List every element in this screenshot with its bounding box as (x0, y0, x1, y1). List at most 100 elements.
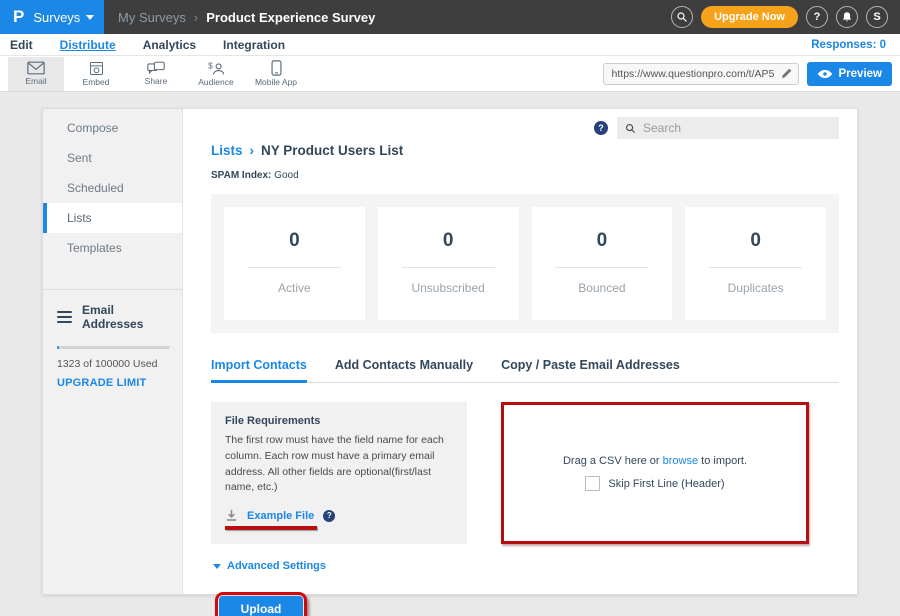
search-icon (676, 11, 688, 23)
usage-text: 1323 of 100000 Used (57, 358, 170, 370)
responses-count-link[interactable]: Responses: 0 (811, 39, 890, 51)
contact-tabs: Import Contacts Add Contacts Manually Co… (211, 358, 839, 383)
envelope-icon (27, 61, 45, 75)
question-mark-icon: ? (814, 11, 821, 23)
nav-item-analytics[interactable]: Analytics (143, 38, 196, 52)
tab-copy-paste-email-addresses[interactable]: Copy / Paste Email Addresses (501, 358, 680, 383)
product-switcher-dropdown[interactable]: Surveys (33, 10, 94, 25)
list-icon (57, 311, 72, 324)
stat-label: Duplicates (685, 281, 826, 295)
example-file-link[interactable]: Example File (247, 510, 314, 522)
help-button[interactable]: ? (806, 6, 828, 28)
breadcrumb-separator-icon: › (194, 10, 198, 25)
embed-icon (89, 61, 104, 76)
example-file-help-button[interactable]: ? (323, 510, 335, 522)
list-breadcrumb: Lists › NY Product Users List (211, 143, 839, 158)
sidebar-item-sent[interactable]: Sent (43, 143, 182, 173)
lists-breadcrumb-link[interactable]: Lists (211, 143, 243, 158)
bell-icon (841, 11, 853, 23)
red-annotation-underline (225, 526, 317, 530)
channel-label: Audience (198, 77, 233, 87)
stat-card-duplicates: 0 Duplicates (685, 207, 826, 320)
sidebar-item-templates[interactable]: Templates (43, 233, 182, 263)
stat-card-active: 0 Active (224, 207, 365, 320)
stat-divider (248, 267, 341, 268)
sidebar-item-compose[interactable]: Compose (43, 113, 182, 143)
advanced-settings-label: Advanced Settings (227, 560, 326, 572)
logo-area: P Surveys (0, 0, 104, 34)
breadcrumb-my-surveys[interactable]: My Surveys (118, 10, 186, 25)
stat-label: Active (224, 281, 365, 295)
nav-item-integration[interactable]: Integration (223, 38, 285, 52)
upgrade-now-button[interactable]: Upgrade Now (701, 6, 798, 28)
advanced-settings-toggle[interactable]: Advanced Settings (213, 560, 839, 572)
upgrade-limit-link[interactable]: UPGRADE LIMIT (57, 377, 170, 389)
stat-label: Bounced (532, 281, 673, 295)
question-mark-icon: ? (327, 511, 332, 520)
top-header: P Surveys My Surveys › Product Experienc… (0, 0, 900, 34)
avatar-initial: S (873, 11, 880, 23)
email-addresses-title: Email Addresses (82, 303, 170, 331)
distribute-toolbar: Email Embed Share $ Audience Mobile App … (0, 56, 900, 92)
browse-link[interactable]: browse (663, 455, 698, 467)
channel-mobile-app[interactable]: Mobile App (248, 57, 304, 91)
channel-embed[interactable]: Embed (68, 57, 124, 91)
nav-item-edit[interactable]: Edit (10, 38, 33, 52)
list-name: NY Product Users List (261, 143, 403, 158)
nav-item-distribute[interactable]: Distribute (60, 38, 116, 52)
stat-divider (709, 267, 802, 268)
breadcrumb-separator-icon: › (250, 143, 255, 158)
dropzone-instruction: Drag a CSV here or browse to import. (563, 455, 747, 467)
upload-button[interactable]: Upload (219, 596, 303, 616)
sidebar-item-scheduled[interactable]: Scheduled (43, 173, 182, 203)
stat-value: 0 (532, 230, 673, 252)
sidebar-item-lists[interactable]: Lists (43, 203, 182, 233)
list-stats: 0 Active 0 Unsubscribed 0 Bounced 0 Dupl… (211, 194, 839, 333)
chevron-down-icon (86, 15, 94, 20)
email-addresses-section: Email Addresses 1323 of 100000 Used UPGR… (43, 290, 182, 389)
edit-pencil-icon[interactable] (780, 67, 793, 80)
survey-nav: Edit Distribute Analytics Integration Re… (0, 34, 900, 56)
stat-value: 0 (685, 230, 826, 252)
share-bubbles-icon (147, 61, 165, 75)
red-annotation-box: Upload (215, 592, 307, 616)
channel-label: Mobile App (255, 77, 297, 87)
csv-dropzone[interactable]: Drag a CSV here or browse to import. Ski… (501, 402, 809, 544)
mobile-phone-icon (271, 60, 282, 76)
dropzone-text-before: Drag a CSV here or (563, 455, 660, 467)
skip-first-line-checkbox[interactable] (585, 476, 600, 491)
stat-value: 0 (378, 230, 519, 252)
dropzone-text-after: to import. (701, 455, 747, 467)
preview-button[interactable]: Preview (807, 62, 892, 86)
email-distribution-panel: Compose Sent Scheduled Lists Templates E… (42, 108, 858, 595)
stat-divider (402, 267, 495, 268)
notifications-button[interactable] (836, 6, 858, 28)
channel-label: Email (25, 76, 46, 86)
file-requirements-title: File Requirements (225, 415, 453, 427)
file-requirements-body: The first row must have the field name f… (225, 433, 453, 496)
list-detail-panel: ? Lists › NY Product Users List SPAM Ind… (183, 109, 857, 594)
user-avatar[interactable]: S (866, 6, 888, 28)
stat-card-unsubscribed: 0 Unsubscribed (378, 207, 519, 320)
tab-import-contacts[interactable]: Import Contacts (211, 358, 307, 383)
header-search-button[interactable] (671, 6, 693, 28)
spam-index-label: SPAM Index: (211, 170, 271, 181)
contacts-search-input[interactable] (643, 121, 831, 135)
breadcrumb: My Surveys › Product Experience Survey (104, 10, 671, 25)
tab-add-contacts-manually[interactable]: Add Contacts Manually (335, 358, 473, 383)
channel-audience[interactable]: $ Audience (188, 57, 244, 91)
download-icon (225, 509, 238, 522)
list-help-button[interactable]: ? (594, 121, 608, 135)
product-switcher-label: Surveys (33, 10, 80, 25)
spam-index: SPAM Index: Good (211, 170, 839, 181)
search-icon (625, 123, 636, 134)
survey-url-input[interactable] (603, 63, 799, 85)
eye-icon (817, 69, 833, 79)
audience-icon: $ (207, 61, 226, 76)
file-requirements-box: File Requirements The first row must hav… (211, 402, 467, 544)
channel-email[interactable]: Email (8, 57, 64, 91)
question-mark-icon: ? (598, 123, 604, 133)
channel-share[interactable]: Share (128, 57, 184, 91)
channel-label: Share (145, 76, 168, 86)
stat-label: Unsubscribed (378, 281, 519, 295)
